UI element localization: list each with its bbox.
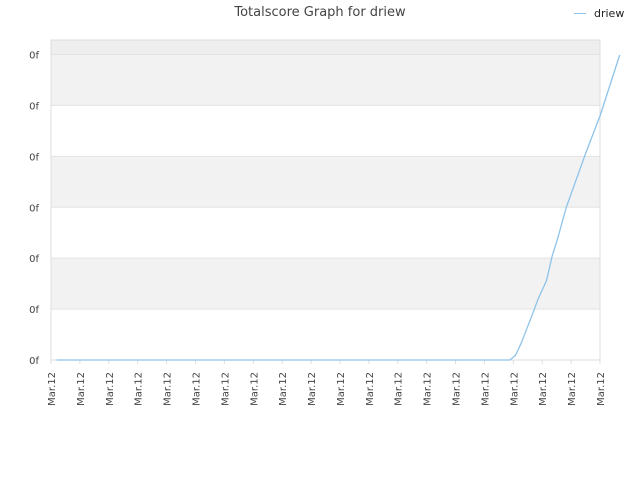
plot-band bbox=[51, 54, 600, 106]
plot-band bbox=[51, 156, 600, 208]
y-tick-label: 0f bbox=[29, 203, 39, 214]
x-tick-label: Mar.12 bbox=[47, 372, 58, 406]
plot-band bbox=[51, 258, 600, 310]
x-tick-label: Mar.12 bbox=[509, 372, 520, 406]
y-tick-label: 0f bbox=[29, 305, 39, 316]
plot-band-top bbox=[51, 40, 600, 55]
x-tick-label: Mar.12 bbox=[76, 372, 87, 406]
chart-plot-area: 0f 0f 0f 0f 0f 0f 0f Mar.12 Mar.12 Mar.12 Mar.12 Ma… bbox=[29, 39, 621, 406]
x-tick-label: Mar.12 bbox=[105, 372, 116, 406]
x-tick-label: Mar.12 bbox=[538, 372, 549, 406]
x-tick-label: Mar.12 bbox=[480, 372, 491, 406]
x-tick-label: Mar.12 bbox=[365, 372, 376, 406]
x-tick-label: Mar.12 bbox=[423, 372, 434, 406]
y-tick-label: 0f bbox=[29, 254, 39, 265]
x-tick-label: Mar.12 bbox=[220, 372, 231, 406]
y-tick-label: 0f bbox=[29, 51, 39, 62]
x-tick-label: Mar.12 bbox=[567, 372, 578, 406]
x-tick-label: Mar.12 bbox=[191, 372, 202, 406]
y-tick-label: 0f bbox=[29, 356, 39, 367]
y-tick-label: 0f bbox=[29, 101, 39, 112]
x-tick-label: Mar.12 bbox=[307, 372, 318, 406]
x-tick-label: Mar.12 bbox=[336, 372, 347, 406]
x-tick-label: Mar.12 bbox=[278, 372, 289, 406]
x-tick-label: Mar.12 bbox=[134, 372, 145, 406]
x-tick-label: Mar.12 bbox=[249, 372, 260, 406]
x-tick-label: Mar.12 bbox=[452, 372, 463, 406]
x-tick-label: Mar.12 bbox=[394, 372, 405, 406]
x-tick-label: Mar.12 bbox=[596, 372, 607, 406]
x-tick-label: Mar.12 bbox=[163, 372, 174, 406]
y-tick-label: 0f bbox=[29, 152, 39, 163]
